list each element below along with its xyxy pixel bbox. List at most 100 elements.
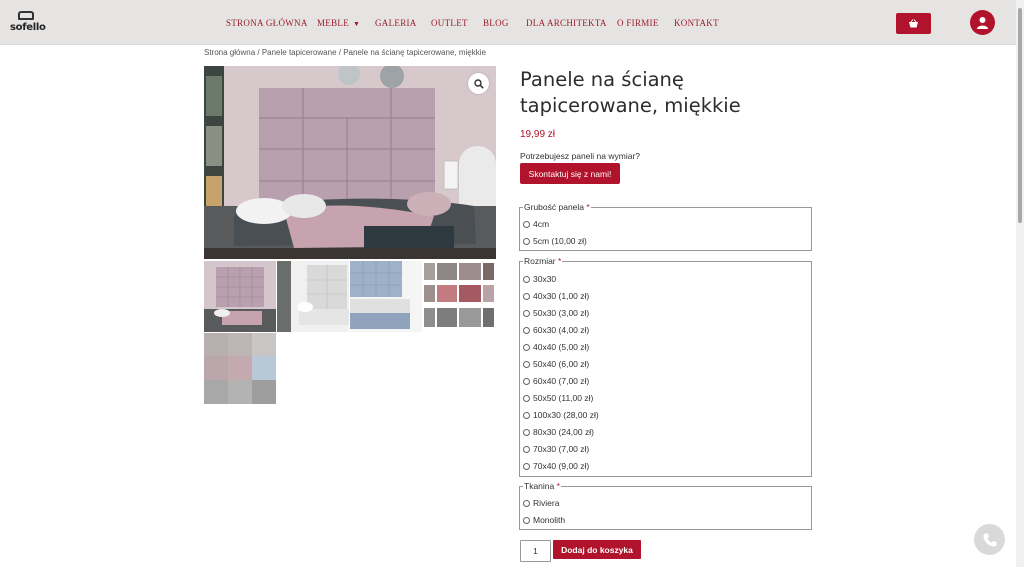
fabric-legend: Tkanina * (523, 481, 561, 491)
option-label: Monolith (533, 515, 566, 525)
scrollbar-thumb[interactable] (1018, 8, 1022, 223)
required-mark: * (556, 481, 560, 491)
thumbnail-room-white[interactable] (277, 261, 349, 332)
thumbnail-bed-blue[interactable] (350, 261, 422, 332)
radio-button[interactable] (523, 309, 530, 317)
option-label: 60x40 (7,00 zł) (533, 376, 590, 386)
fabric-fieldset: Tkanina * Riviera Monolith (519, 481, 812, 530)
nav-item-about[interactable]: O FIRMIE (617, 18, 659, 28)
size-option[interactable]: 40x40 (5,00 zł) (523, 341, 589, 353)
option-label: 50x50 (11,00 zł) (533, 393, 594, 403)
radio-button[interactable] (523, 445, 530, 453)
size-fieldset: Rozmiar * 30x30 40x30 (1,00 zł) 50x30 (3… (519, 256, 812, 477)
product-title: Panele na ścianę tapicerowane, miękkie (520, 68, 741, 117)
radio-button[interactable] (523, 462, 530, 470)
option-label: 50x30 (3,00 zł) (533, 308, 590, 318)
size-option[interactable]: 40x30 (1,00 zł) (523, 290, 589, 302)
phone-button[interactable] (974, 524, 1005, 555)
fabric-legend-text: Tkanina (524, 481, 555, 491)
size-option[interactable]: 100x30 (28,00 zł) (523, 409, 599, 421)
nav-item-outlet[interactable]: OUTLET (431, 18, 468, 28)
radio-button[interactable] (523, 326, 530, 334)
option-label: 5cm (10,00 zł) (533, 236, 587, 246)
radio-button[interactable] (523, 394, 530, 402)
option-label: Riviera (533, 498, 560, 508)
nav-item-architect[interactable]: DLA ARCHITEKTA (526, 18, 607, 28)
radio-button[interactable] (523, 343, 530, 351)
size-option[interactable]: 60x40 (7,00 zł) (523, 375, 589, 387)
size-option[interactable]: 70x30 (7,00 zł) (523, 443, 589, 455)
nav-item-gallery[interactable]: GALERIA (375, 18, 417, 28)
product-main-image[interactable] (204, 66, 496, 259)
user-icon (977, 17, 988, 29)
thumbnail-image (204, 333, 276, 404)
option-label: 30x30 (533, 274, 557, 284)
thickness-option-4cm[interactable]: 4cm (523, 218, 549, 230)
radio-button[interactable] (523, 360, 530, 368)
contact-button[interactable]: Skontaktuj się z nami! (520, 163, 620, 184)
nav-item-furniture[interactable]: MEBLE ▼ (317, 18, 360, 28)
product-price: 19,99 zł (520, 129, 556, 140)
thickness-option-5cm[interactable]: 5cm (10,00 zł) (523, 235, 587, 247)
size-option[interactable]: 60x30 (4,00 zł) (523, 324, 589, 336)
radio-button[interactable] (523, 428, 530, 436)
size-option[interactable]: 50x30 (3,00 zł) (523, 307, 589, 319)
nav-item-furniture-label: MEBLE (317, 18, 349, 28)
required-mark: * (586, 202, 590, 212)
fabric-option-monolith[interactable]: Monolith (523, 514, 565, 526)
magnifier-icon (473, 78, 484, 89)
radio-button[interactable] (523, 516, 530, 524)
size-option[interactable]: 80x30 (24,00 zł) (523, 426, 594, 438)
required-mark: * (558, 256, 562, 266)
thumbnail-image (204, 261, 276, 332)
option-label: 70x40 (9,00 zł) (533, 461, 590, 471)
thickness-legend: Grubość panela * (523, 202, 591, 212)
radio-button[interactable] (523, 237, 530, 245)
nav-item-contact[interactable]: KONTAKT (674, 18, 719, 28)
radio-button[interactable] (523, 220, 530, 228)
thumbnail-swatches[interactable] (423, 261, 495, 332)
radio-button[interactable] (523, 377, 530, 385)
breadcrumb[interactable]: Strona główna / Panele tapicerowane / Pa… (204, 48, 486, 57)
thumbnail-bedroom-pink[interactable] (204, 261, 276, 332)
radio-button[interactable] (523, 499, 530, 507)
radio-button[interactable] (523, 411, 530, 419)
size-option[interactable]: 30x30 (523, 273, 556, 285)
option-label: 60x30 (4,00 zł) (533, 325, 590, 335)
size-legend-text: Rozmiar (524, 256, 556, 266)
thumbnail-fabric-grid[interactable] (204, 333, 276, 404)
basket-icon (909, 19, 918, 28)
thumbnail-image (350, 261, 422, 332)
option-label: 70x30 (7,00 zł) (533, 444, 590, 454)
size-legend: Rozmiar * (523, 256, 563, 266)
option-label: 80x30 (24,00 zł) (533, 427, 594, 437)
cart-button[interactable] (896, 13, 931, 34)
phone-icon (983, 533, 996, 546)
size-option[interactable]: 50x50 (11,00 zł) (523, 392, 593, 404)
option-label: 40x30 (1,00 zł) (533, 291, 590, 301)
nav-item-blog[interactable]: BLOG (483, 18, 509, 28)
thickness-legend-text: Grubość panela (524, 202, 585, 212)
radio-button[interactable] (523, 292, 530, 300)
zoom-button[interactable] (468, 73, 489, 94)
site-header: sofello STRONA GŁÓWNA MEBLE ▼ GALERIA OUT… (0, 0, 1024, 45)
option-label: 100x30 (28,00 zł) (533, 410, 599, 420)
chevron-down-icon: ▼ (353, 20, 361, 28)
main-nav: STRONA GŁÓWNA MEBLE ▼ GALERIA OUTLET BLOG… (0, 0, 1024, 45)
thickness-fieldset: Grubość panela * 4cm 5cm (10,00 zł) (519, 202, 812, 251)
account-button[interactable] (970, 10, 995, 35)
option-label: 40x40 (5,00 zł) (533, 342, 590, 352)
radio-button[interactable] (523, 275, 530, 283)
option-label: 50x40 (6,00 zł) (533, 359, 590, 369)
thumbnail-image (423, 261, 495, 332)
bedroom-photo (204, 66, 496, 259)
add-to-cart-button[interactable]: Dodaj do koszyka (553, 540, 641, 559)
option-label: 4cm (533, 219, 550, 229)
quantity-input[interactable]: 1 (520, 540, 551, 562)
fabric-option-riviera[interactable]: Riviera (523, 497, 559, 509)
nav-item-home[interactable]: STRONA GŁÓWNA (226, 18, 308, 28)
thumbnail-image (277, 261, 349, 332)
size-option[interactable]: 50x40 (6,00 zł) (523, 358, 589, 370)
size-option[interactable]: 70x40 (9,00 zł) (523, 460, 589, 472)
custom-size-question: Potrzebujesz paneli na wymiar? (520, 151, 641, 161)
